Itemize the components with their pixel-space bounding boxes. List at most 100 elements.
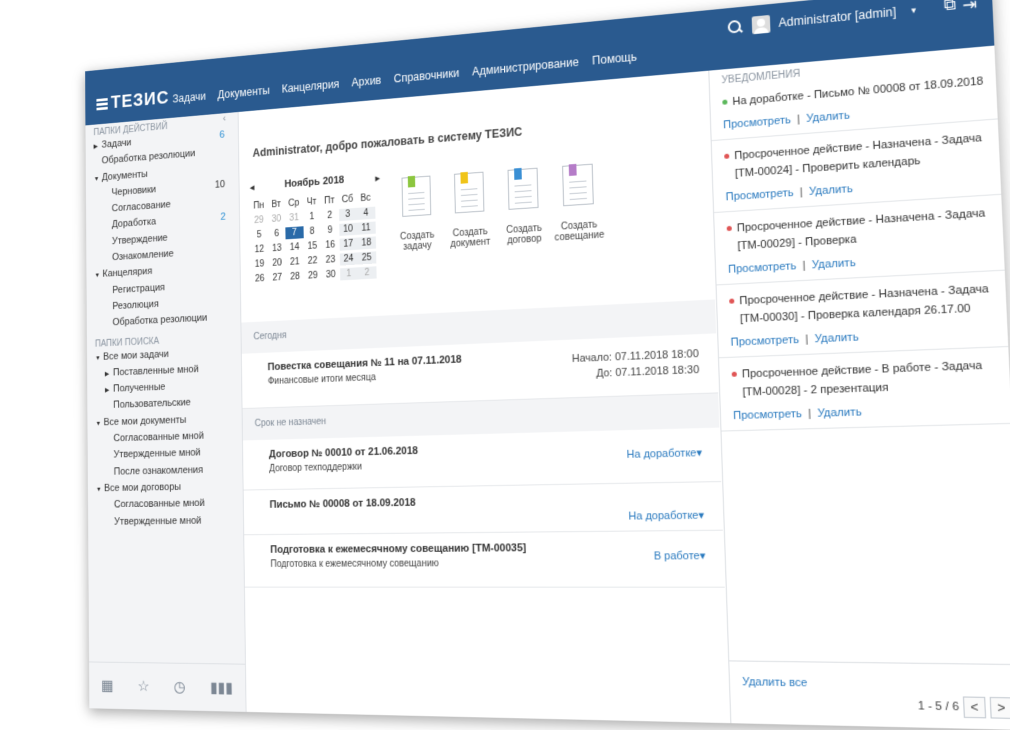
delete-link[interactable]: Удалить — [809, 183, 853, 198]
chevron-down-icon[interactable]: ▾ — [698, 510, 704, 522]
prev-page-button[interactable]: < — [962, 696, 987, 719]
notification-item: Просроченное действие - Назначена - Зада… — [716, 270, 1010, 359]
delete-link[interactable]: Удалить — [806, 110, 850, 125]
calendar-day[interactable]: 28 — [286, 270, 304, 283]
calendar-day[interactable]: 29 — [250, 214, 268, 227]
sidebar-item[interactable]: Согласованные мной — [88, 494, 243, 513]
calendar-day[interactable]: 7 — [285, 226, 304, 240]
calendar-day[interactable]: 22 — [304, 255, 322, 268]
calendar-day[interactable]: 30 — [322, 268, 340, 281]
calendar-day[interactable]: 23 — [321, 254, 339, 267]
status-dropdown[interactable]: На доработке▾ — [626, 446, 703, 461]
quick-action-label: договор — [506, 233, 542, 247]
task-item[interactable]: Письмо № 00008 от 18.09.2018 На доработке… — [243, 482, 723, 536]
calendar-day[interactable]: 2 — [321, 209, 339, 222]
calendar-day[interactable]: 5 — [250, 229, 268, 242]
calendar-icon[interactable]: ▦ — [101, 676, 114, 695]
user-name[interactable]: Administrator [admin] — [778, 5, 896, 30]
menu-item[interactable]: Администрирование — [472, 55, 579, 78]
weekday-label: Пн — [253, 200, 265, 212]
calendar-day[interactable]: 31 — [285, 212, 303, 225]
delete-link[interactable]: Удалить — [814, 331, 859, 345]
status-dropdown[interactable]: На доработке▾ — [628, 509, 704, 523]
calendar-day[interactable]: 1 — [303, 210, 321, 223]
delete-link[interactable]: Удалить — [817, 406, 862, 420]
search-icon[interactable] — [728, 20, 743, 35]
calendar-day[interactable]: 21 — [286, 256, 304, 269]
star-icon[interactable]: ☆ — [137, 677, 149, 696]
sidebar-item-label: Согласованные мной — [113, 497, 205, 511]
calendar-day[interactable]: 16 — [321, 239, 339, 252]
task-icon — [401, 175, 432, 217]
quick-action[interactable]: Создать документ — [445, 171, 495, 250]
calendar-day[interactable]: 19 — [251, 258, 269, 271]
prev-month-button[interactable]: ◂ — [250, 181, 255, 193]
logo[interactable]: ТЕЗИС — [96, 88, 169, 115]
calendar-day[interactable]: 17 — [339, 237, 358, 251]
notification-message: Просроченное действие - Назначена - Зада… — [739, 282, 989, 326]
notifications-panel: УВЕДОМЛЕНИЯ На доработке - Письмо № 0000… — [708, 45, 1010, 730]
status-dropdown[interactable]: В работе▾ — [654, 549, 706, 562]
menu-item[interactable]: Задачи — [173, 90, 206, 106]
calendar-day[interactable]: 11 — [356, 221, 376, 235]
sidebar-item[interactable]: Утвержденные мной — [88, 511, 243, 530]
sidebar-item-label: Доработка — [111, 216, 157, 231]
calendar-day[interactable]: 1 — [339, 267, 358, 281]
view-link[interactable]: Просмотреть — [725, 187, 793, 203]
view-link[interactable]: Просмотреть — [728, 260, 797, 276]
calendar-day[interactable]: 15 — [303, 240, 321, 253]
calendar-day[interactable]: 2 — [357, 266, 377, 280]
delete-link[interactable]: Удалить — [812, 257, 856, 272]
next-page-button[interactable]: > — [989, 696, 1010, 719]
header-right: Administrator [admin] ▾ ⧉ ⇥ — [728, 0, 978, 38]
clock-icon[interactable]: ◷ — [174, 678, 186, 697]
view-link[interactable]: Просмотреть — [733, 408, 802, 422]
calendar-day[interactable]: 4 — [356, 206, 376, 220]
menu-item[interactable]: Канцелярия — [282, 77, 340, 95]
calendar-day[interactable]: 9 — [321, 224, 339, 237]
calendar-day[interactable]: 14 — [286, 241, 304, 254]
view-link[interactable]: Просмотреть — [723, 114, 791, 131]
calendar-day[interactable]: 29 — [304, 269, 322, 282]
chart-icon[interactable]: ▮▮▮ — [210, 678, 233, 697]
item-time: Начало: 07.11.2018 18:00 До: 07.11.2018 1… — [572, 346, 700, 382]
sidebar-item-label: После ознакомления — [113, 464, 204, 478]
menu-item[interactable]: Документы — [217, 84, 269, 101]
calendar-day[interactable]: 26 — [251, 273, 269, 286]
chevron-down-icon[interactable]: ▾ — [911, 4, 916, 16]
calendar-day[interactable]: 24 — [339, 252, 358, 266]
delete-all-link[interactable]: Удалить все — [742, 676, 807, 689]
calendar-day[interactable]: 3 — [338, 207, 357, 222]
quick-action[interactable]: Создать задачу — [393, 175, 442, 253]
calendar-day[interactable]: 30 — [268, 213, 286, 226]
task-item[interactable]: Подготовка к ежемесячному совещанию [ТМ-… — [244, 530, 725, 588]
menu-item[interactable]: Помощь — [592, 50, 637, 68]
calendar-day[interactable]: 18 — [357, 236, 376, 250]
notification-actions: Просмотреть | Удалить — [730, 325, 997, 348]
sidebar-item-label: Полученные — [113, 381, 166, 395]
menu-item[interactable]: Справочники — [394, 66, 460, 85]
menu-item[interactable]: Архив — [351, 74, 381, 90]
next-month-button[interactable]: ▸ — [375, 172, 380, 185]
calendar-day[interactable]: 8 — [303, 225, 321, 238]
calendar-day[interactable]: 10 — [338, 222, 358, 236]
new-window-icon[interactable]: ⧉ — [943, 0, 956, 17]
chevron-left-icon[interactable]: ‹ — [223, 113, 226, 124]
chevron-down-icon[interactable]: ▾ — [696, 447, 702, 459]
calendar-day[interactable]: 12 — [250, 243, 268, 256]
calendar-day[interactable]: 27 — [268, 272, 286, 285]
doc-line — [569, 197, 587, 201]
calendar-day[interactable]: 25 — [357, 251, 376, 265]
calendar-day[interactable]: 13 — [268, 242, 286, 255]
calendar-day[interactable]: 20 — [268, 257, 286, 270]
calendar-day[interactable]: 6 — [268, 227, 286, 240]
quick-action[interactable]: Создать договор — [498, 167, 549, 247]
doc-line — [408, 203, 425, 206]
quick-action[interactable]: Создать совещание — [553, 163, 605, 243]
chevron-down-icon[interactable]: ▾ — [700, 550, 706, 562]
mini-calendar: ◂ Ноябрь 2018 ▸ Пн Вт Ср Чт Пт Сб Вс 29 30 31 1 2 3 4… — [250, 172, 382, 286]
logout-icon[interactable]: ⇥ — [962, 0, 977, 16]
sidebar-item-label: Согласованные мной — [113, 430, 204, 444]
view-link[interactable]: Просмотреть — [730, 334, 799, 349]
pager-label: 1 - 5 / 6 — [917, 699, 960, 714]
